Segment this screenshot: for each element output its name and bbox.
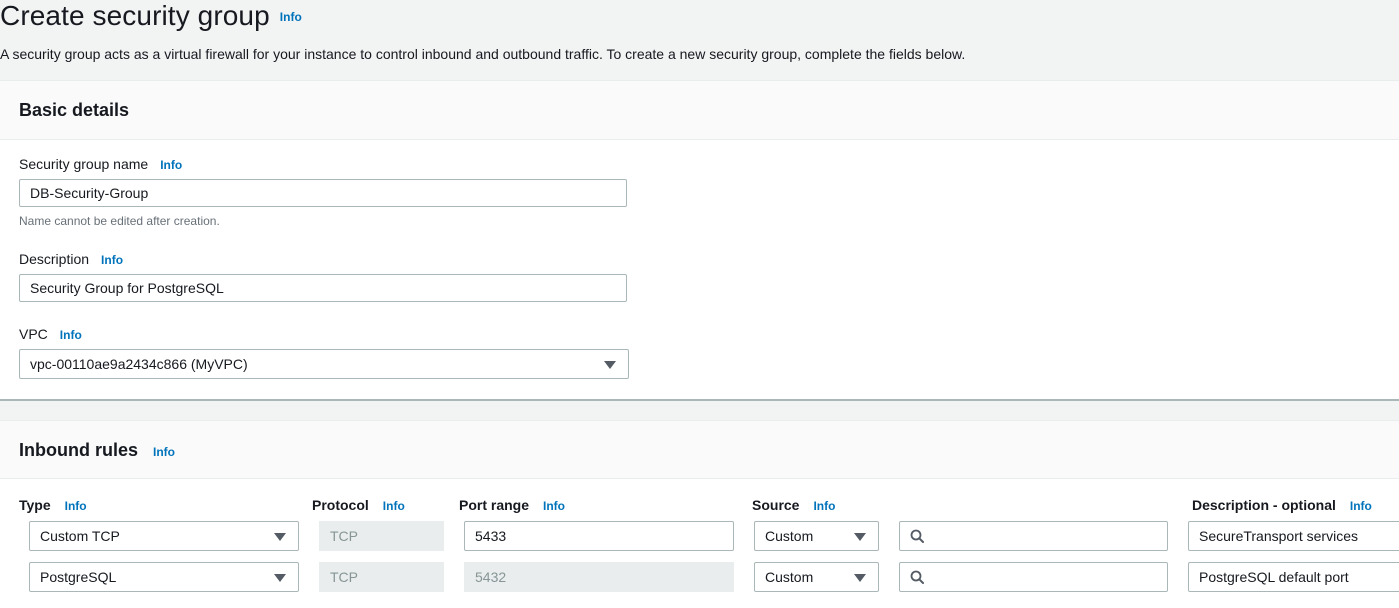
column-header-source-text: Source	[752, 497, 800, 513]
source-value: Custom	[765, 569, 814, 585]
protocol-value: TCP	[330, 569, 358, 585]
protocol-field: TCP	[319, 521, 444, 551]
page-title-info-link[interactable]: Info	[280, 10, 302, 24]
port-range-value: 5433	[475, 528, 507, 544]
rule-description-input[interactable]: PostgreSQL default port	[1188, 562, 1399, 592]
inbound-rules-title: Inbound rules	[19, 440, 138, 460]
source-search-input[interactable]	[899, 562, 1168, 592]
page-title: Create security group	[0, 0, 270, 31]
description-info-link[interactable]: Info	[101, 253, 123, 267]
security-group-name-label-text: Security group name	[19, 156, 149, 172]
source-search-input[interactable]	[899, 521, 1168, 551]
inbound-rules-heading: Inbound rules Info	[19, 440, 175, 461]
vpc-select[interactable]: vpc-00110ae9a2434c866 (MyVPC)	[19, 349, 629, 379]
caret-down-icon	[274, 533, 286, 541]
rule-description-value: PostgreSQL default port	[1199, 569, 1349, 585]
caret-down-icon	[854, 574, 866, 582]
basic-details-panel: Basic details Security group name Info N…	[0, 80, 1399, 401]
column-header-protocol: Protocol Info	[312, 497, 405, 513]
basic-details-heading: Basic details	[19, 100, 129, 121]
security-group-name-input[interactable]	[19, 179, 627, 207]
basic-details-title: Basic details	[19, 100, 130, 120]
create-security-group-page: Create security group Info A security gr…	[0, 0, 1399, 608]
vpc-info-link[interactable]: Info	[60, 328, 82, 342]
source-value: Custom	[765, 528, 814, 544]
description-input[interactable]	[19, 274, 627, 302]
inbound-rules-header: Inbound rules Info	[0, 420, 1399, 479]
page-description: A security group acts as a virtual firew…	[0, 46, 966, 62]
column-header-type: Type Info	[19, 497, 87, 513]
page-header: Create security group Info	[0, 0, 302, 36]
vpc-label: VPC Info	[19, 326, 82, 342]
column-header-description: Description - optional Info	[1192, 497, 1372, 513]
port-range-info-link[interactable]: Info	[543, 499, 565, 513]
description-label-text: Description	[19, 251, 90, 267]
port-range-input[interactable]: 5433	[464, 521, 734, 551]
protocol-value: TCP	[330, 528, 358, 544]
vpc-selected-value: vpc-00110ae9a2434c866 (MyVPC)	[30, 356, 248, 372]
column-header-protocol-text: Protocol	[312, 497, 369, 513]
source-select[interactable]: Custom	[754, 562, 879, 592]
source-select[interactable]: Custom	[754, 521, 879, 551]
column-header-description-text: Description - optional	[1192, 497, 1336, 513]
caret-down-icon	[854, 533, 866, 541]
rule-type-select[interactable]: PostgreSQL	[29, 562, 299, 592]
search-icon	[910, 529, 924, 543]
rule-description-value: SecureTransport services	[1199, 528, 1358, 544]
caret-down-icon	[604, 361, 616, 369]
rule-description-input[interactable]: SecureTransport services	[1188, 521, 1399, 551]
port-range-value: 5432	[475, 569, 507, 585]
column-header-source: Source Info	[752, 497, 835, 513]
description-label: Description Info	[19, 251, 123, 267]
vpc-label-text: VPC	[19, 326, 48, 342]
basic-details-header: Basic details	[0, 80, 1399, 140]
inbound-rules-info-link[interactable]: Info	[153, 445, 175, 459]
security-group-name-label: Security group name Info	[19, 156, 182, 172]
column-header-type-text: Type	[19, 497, 51, 513]
search-icon	[910, 570, 924, 584]
description-column-info-link[interactable]: Info	[1350, 499, 1372, 513]
security-group-name-info-link[interactable]: Info	[160, 158, 182, 172]
protocol-info-link[interactable]: Info	[383, 499, 405, 513]
security-group-name-hint: Name cannot be edited after creation.	[19, 214, 220, 228]
rule-type-select[interactable]: Custom TCP	[29, 521, 299, 551]
source-info-link[interactable]: Info	[813, 499, 835, 513]
rule-type-value: Custom TCP	[40, 528, 120, 544]
column-header-port-range-text: Port range	[459, 497, 530, 513]
rule-type-value: PostgreSQL	[40, 569, 117, 585]
caret-down-icon	[274, 574, 286, 582]
type-info-link[interactable]: Info	[65, 499, 87, 513]
protocol-field: TCP	[319, 562, 444, 592]
column-header-port-range: Port range Info	[459, 497, 565, 513]
port-range-field-disabled: 5432	[464, 562, 734, 592]
